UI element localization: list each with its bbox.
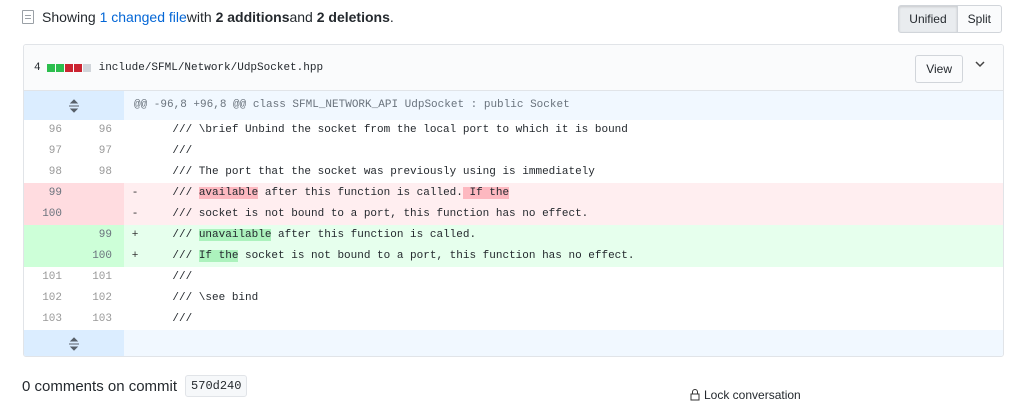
old-line-number[interactable]: 102 (24, 288, 74, 309)
comments-header: 0 comments on commit 570d240 (22, 375, 248, 397)
file-path[interactable]: include/SFML/Network/UdpSocket.hpp (99, 62, 323, 74)
new-line-number[interactable]: 97 (74, 141, 124, 162)
diffstat-block-add (55, 63, 64, 72)
new-line-number[interactable] (74, 204, 124, 225)
summary-prefix: Showing (42, 9, 96, 25)
summary-and: and (289, 9, 313, 25)
diff-line: 101 101 /// (24, 267, 1003, 288)
expand-down-icon[interactable] (24, 330, 124, 356)
code-text: /// (146, 187, 199, 199)
code-line: /// available after this function is cal… (146, 183, 1003, 204)
added-line: 99 + /// unavailable after this function… (24, 225, 1003, 246)
diff-line: 97 97 /// (24, 141, 1003, 162)
additions-count: 2 additions (215, 9, 290, 25)
diff-marker (124, 309, 146, 330)
chevron-down-icon[interactable] (975, 59, 985, 69)
split-button[interactable]: Split (957, 5, 1002, 33)
code-line: /// If the socket is not bound to a port… (146, 246, 1003, 267)
diff-marker: - (124, 204, 146, 225)
deleted-line: 99 - /// available after this function i… (24, 183, 1003, 204)
old-line-number[interactable]: 98 (24, 162, 74, 183)
new-line-number[interactable]: 102 (74, 288, 124, 309)
diff-table: @@ -96,8 +96,8 @@ class SFML_NETWORK_API… (24, 91, 1003, 356)
code-text: /// (146, 250, 199, 262)
diff-line: 98 98 /// The port that the socket was p… (24, 162, 1003, 183)
added-word-highlight: unavailable (198, 229, 272, 241)
diffstat-block-neutral (82, 63, 91, 72)
diff-line: 102 102 /// \see bind (24, 288, 1003, 309)
diffstat-blocks (46, 63, 91, 72)
new-line-number[interactable]: 100 (74, 246, 124, 267)
code-line: /// socket is not bound to a port, this … (146, 204, 1003, 225)
summary-end: . (389, 9, 394, 25)
comments-count-label: 0 comments on commit (22, 377, 178, 395)
deleted-word-highlight: available (198, 187, 259, 199)
commit-sha[interactable]: 570d240 (185, 375, 248, 397)
added-word-highlight: If the (198, 250, 239, 262)
old-line-number[interactable] (24, 246, 74, 267)
new-line-number[interactable]: 96 (74, 120, 124, 141)
code-line: /// (146, 267, 1003, 288)
diffstat-block-add (46, 63, 55, 72)
new-line-number[interactable]: 101 (74, 267, 124, 288)
deleted-word-highlight: If the (462, 187, 510, 199)
new-line-number[interactable]: 99 (74, 225, 124, 246)
diffstat-block-del (73, 63, 82, 72)
diff-marker: + (124, 225, 146, 246)
diff-marker: + (124, 246, 146, 267)
view-file-button[interactable]: View (915, 55, 963, 83)
hunk-footer-fill (124, 330, 1003, 356)
summary-middle: with (186, 9, 212, 25)
file-diff-icon (22, 10, 34, 24)
new-line-number[interactable]: 103 (74, 309, 124, 330)
old-line-number[interactable]: 100 (24, 204, 74, 225)
code-line: /// (146, 309, 1003, 330)
diff-marker (124, 288, 146, 309)
code-text: after this function is called. (258, 187, 463, 199)
code-line: /// \brief Unbind the socket from the lo… (146, 120, 1003, 141)
code-text: socket is not bound to a port, this func… (238, 250, 635, 262)
diff-line: 96 96 /// \brief Unbind the socket from … (24, 120, 1003, 141)
old-line-number[interactable]: 97 (24, 141, 74, 162)
deletions-count: 2 deletions (316, 9, 390, 25)
diff-summary: Showing 1 changed file with 2 additions … (22, 6, 1002, 28)
code-line: /// The port that the socket was previou… (146, 162, 1003, 183)
old-line-number[interactable]: 99 (24, 183, 74, 204)
lock-icon (690, 389, 700, 401)
added-line: 100 + /// If the socket is not bound to … (24, 246, 1003, 267)
diff-marker (124, 120, 146, 141)
hunk-footer-row (24, 330, 1003, 356)
diff-line: 103 103 /// (24, 309, 1003, 330)
code-text: after this function is called. (271, 229, 477, 241)
diffstat-count: 4 (34, 61, 41, 74)
diff-marker (124, 162, 146, 183)
file-diff: 4 include/SFML/Network/UdpSocket.hpp Vie… (23, 44, 1004, 357)
code-line: /// (146, 141, 1003, 162)
old-line-number[interactable]: 96 (24, 120, 74, 141)
unified-button[interactable]: Unified (898, 5, 958, 33)
old-line-number[interactable]: 101 (24, 267, 74, 288)
new-line-number[interactable] (74, 183, 124, 204)
code-text: /// (146, 229, 199, 241)
changed-files-link[interactable]: 1 changed file (100, 9, 187, 25)
code-line: /// unavailable after this function is c… (146, 225, 1003, 246)
old-line-number[interactable]: 103 (24, 309, 74, 330)
hunk-header-row: @@ -96,8 +96,8 @@ class SFML_NETWORK_API… (24, 91, 1003, 120)
code-line: /// \see bind (146, 288, 1003, 309)
old-line-number[interactable] (24, 225, 74, 246)
diff-marker: - (124, 183, 146, 204)
expand-up-icon[interactable] (24, 91, 124, 120)
diff-marker (124, 141, 146, 162)
diff-view-toggle: Unified Split (898, 5, 1002, 33)
file-header: 4 include/SFML/Network/UdpSocket.hpp Vie… (24, 45, 1003, 91)
new-line-number[interactable]: 98 (74, 162, 124, 183)
diffstat-block-del (64, 63, 73, 72)
deleted-line: 100 - /// socket is not bound to a port,… (24, 204, 1003, 225)
hunk-header-text: @@ -96,8 +96,8 @@ class SFML_NETWORK_API… (124, 91, 1003, 120)
diff-marker (124, 267, 146, 288)
